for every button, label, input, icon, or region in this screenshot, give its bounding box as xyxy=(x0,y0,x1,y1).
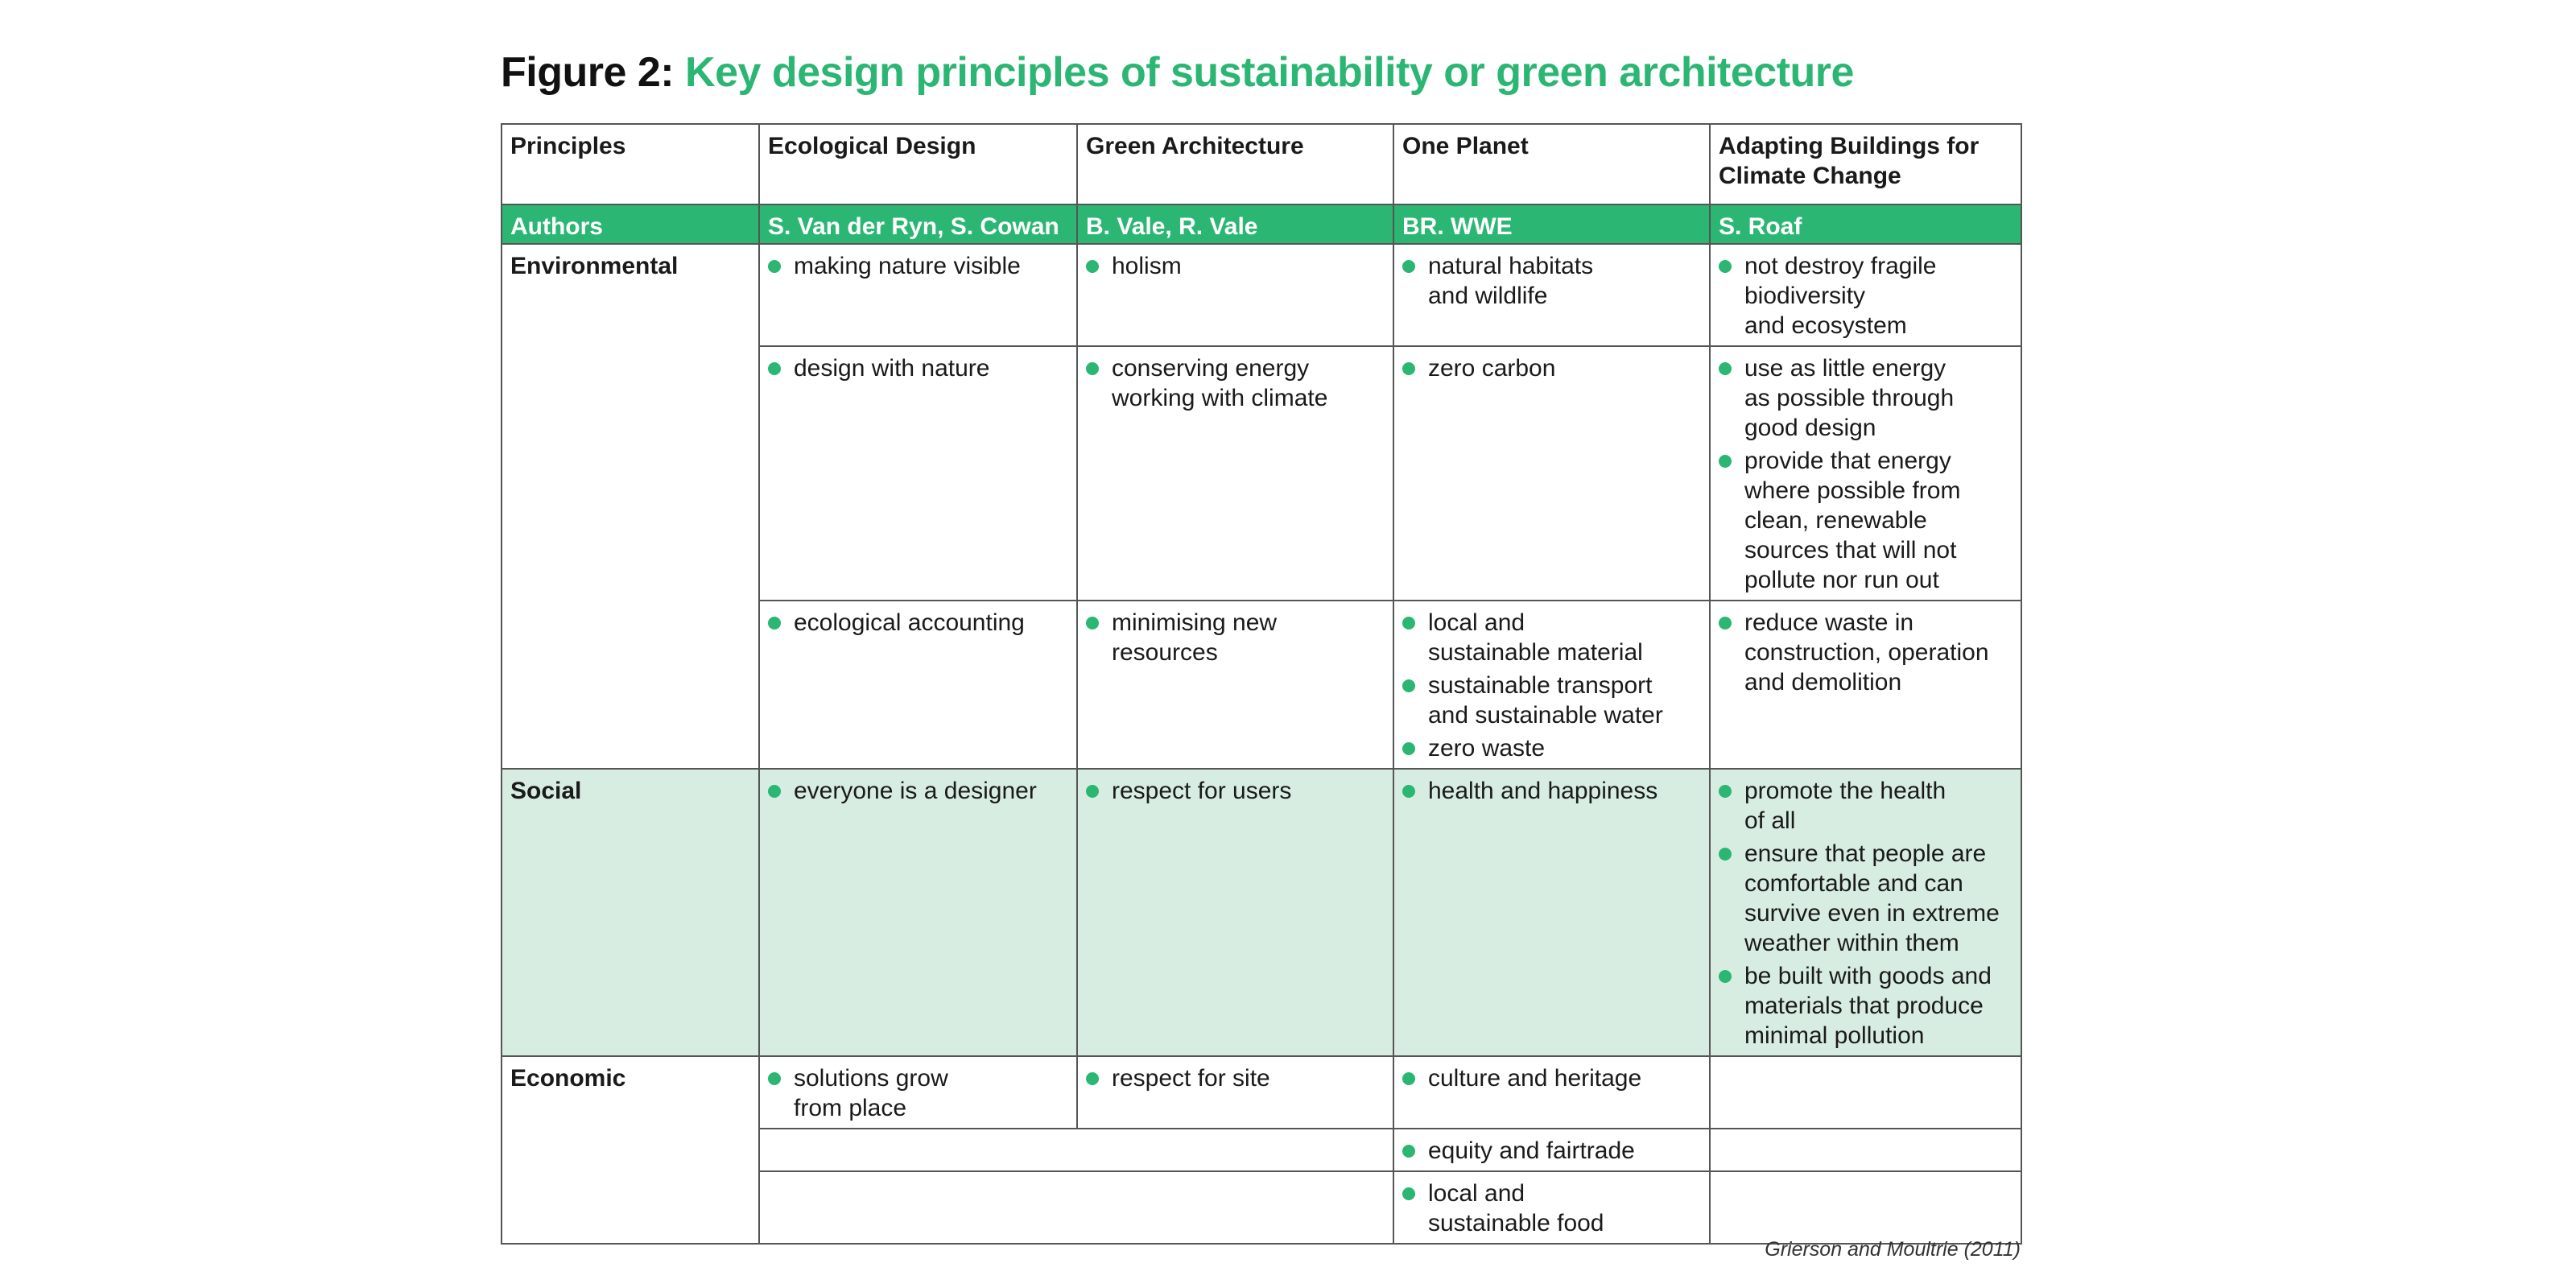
bullet-item: design with nature xyxy=(768,353,1068,383)
bullet-item: holism xyxy=(1086,251,1385,281)
figure-title: Figure 2: Key design principles of susta… xyxy=(501,48,1854,97)
bullet-item: ensure that people are comfortable and ca… xyxy=(1719,839,2013,958)
bullet-cell: reduce waste in construction, operation an… xyxy=(1709,600,2022,770)
bullet-item: local and sustainable food xyxy=(1402,1179,1701,1238)
authors-adapting-buildings: S. Roaf xyxy=(1709,204,2022,245)
bullet-item: conserving energy working with climate xyxy=(1086,353,1385,413)
bullet-item: zero waste xyxy=(1402,733,1701,763)
bullet-list: respect for users xyxy=(1086,776,1385,806)
bullet-cell: zero carbon xyxy=(1393,345,1711,601)
bullet-item: use as little energy as possible through g… xyxy=(1719,353,2013,443)
bullet-list: solutions grow from place xyxy=(768,1063,1068,1123)
header-green-architecture: Green Architecture xyxy=(1076,123,1394,205)
source-citation: Grierson and Moultrie (2011) xyxy=(1765,1238,2021,1261)
bullet-list: local and sustainable food xyxy=(1402,1179,1701,1238)
authors-label: Authors xyxy=(501,204,760,245)
bullet-item: promote the health of all xyxy=(1719,776,2013,836)
bullet-item: be built with goods and materials that pr… xyxy=(1719,961,2013,1051)
environmental-label: Environmental xyxy=(501,243,760,770)
bullet-item: reduce waste in construction, operation an… xyxy=(1719,608,2013,697)
bullet-cell: holism xyxy=(1076,243,1394,347)
bullet-item: making nature visible xyxy=(768,251,1068,281)
bullet-list: respect for site xyxy=(1086,1063,1385,1093)
social-row: Social everyone is a designer respect fo… xyxy=(501,768,2022,1057)
header-ecological-design: Ecological Design xyxy=(758,123,1078,205)
bullet-item: culture and heritage xyxy=(1402,1063,1701,1093)
environmental-row-1: Environmental making nature visible holi… xyxy=(501,243,2022,770)
bullet-list: health and happiness xyxy=(1402,776,1701,806)
authors-ecological-design: S. Van der Ryn, S. Cowan xyxy=(758,204,1078,245)
authors-one-planet: BR. WWE xyxy=(1393,204,1711,245)
bullet-cell: making nature visible xyxy=(758,243,1078,347)
economic-label: Economic xyxy=(501,1055,760,1245)
bullet-cell: local and sustainable food xyxy=(1393,1170,1711,1245)
header-principles: Principles xyxy=(501,123,760,205)
bullet-item: respect for users xyxy=(1086,776,1385,806)
bullet-list: reduce waste in construction, operation an… xyxy=(1719,608,2013,697)
bullet-cell: equity and fairtrade xyxy=(1393,1128,1711,1172)
bullet-cell: not destroy fragile biodiversity and ecosy… xyxy=(1709,243,2022,347)
header-adapting-buildings: Adapting Buildings for Climate Change xyxy=(1709,123,2022,205)
bullet-list: everyone is a designer xyxy=(768,776,1068,806)
bullet-cell xyxy=(1709,1128,2022,1172)
bullet-cell: everyone is a designer xyxy=(758,768,1078,1057)
bullet-list: culture and heritage xyxy=(1402,1063,1701,1093)
bullet-cell: respect for users xyxy=(1076,768,1394,1057)
bullet-cell: culture and heritage xyxy=(1393,1055,1711,1129)
bullet-cell: promote the health of all ensure that peop… xyxy=(1709,768,2022,1057)
bullet-item: ecological accounting xyxy=(768,608,1068,638)
header-row: Principles Ecological Design Green Archi… xyxy=(501,123,2022,205)
bullet-cell: health and happiness xyxy=(1393,768,1711,1057)
bullet-list: natural habitats and wildlife xyxy=(1402,251,1701,311)
bullet-cell: natural habitats and wildlife xyxy=(1393,243,1711,347)
bullet-item: solutions grow from place xyxy=(768,1063,1068,1123)
bullet-cell: respect for site xyxy=(1076,1055,1394,1129)
bullet-item: equity and fairtrade xyxy=(1402,1136,1701,1166)
social-label: Social xyxy=(501,768,760,1057)
bullet-list: minimising new resources xyxy=(1086,608,1385,667)
bullet-item: minimising new resources xyxy=(1086,608,1385,667)
bullet-cell: use as little energy as possible through g… xyxy=(1709,345,2022,601)
bullet-cell: conserving energy working with climate xyxy=(1076,345,1394,601)
bullet-list: making nature visible xyxy=(768,251,1068,281)
bullet-list: equity and fairtrade xyxy=(1402,1136,1701,1166)
bullet-cell xyxy=(1709,1055,2022,1129)
bullet-item: not destroy fragile biodiversity and ecosy… xyxy=(1719,251,2013,341)
bullet-item: sustainable transport and sustainable wat… xyxy=(1402,671,1701,730)
bullet-item: provide that energy where possible from cl… xyxy=(1719,446,2013,595)
principles-table: Principles Ecological Design Green Archi… xyxy=(501,123,2022,1245)
authors-row: Authors S. Van der Ryn, S. Cowan B. Vale… xyxy=(501,204,2022,245)
bullet-cell: ecological accounting xyxy=(758,600,1078,770)
bullet-item: natural habitats and wildlife xyxy=(1402,251,1701,311)
bullet-list: design with nature xyxy=(768,353,1068,383)
bullet-cell: local and sustainable material sustainable… xyxy=(1393,600,1711,770)
bullet-item: health and happiness xyxy=(1402,776,1701,806)
bullet-list: holism xyxy=(1086,251,1385,281)
bullet-list: promote the health of all ensure that peop… xyxy=(1719,776,2013,1051)
bullet-item: zero carbon xyxy=(1402,353,1701,383)
figure-title-text: Key design principles of sustainability … xyxy=(685,49,1854,96)
bullet-list: zero carbon xyxy=(1402,353,1701,383)
empty-cell xyxy=(758,1128,1394,1172)
bullet-cell: design with nature xyxy=(758,345,1078,601)
bullet-cell: solutions grow from place xyxy=(758,1055,1078,1129)
bullet-item: respect for site xyxy=(1086,1063,1385,1093)
bullet-cell: minimising new resources xyxy=(1076,600,1394,770)
bullet-cell xyxy=(1709,1170,2022,1245)
empty-cell xyxy=(758,1170,1394,1245)
figure-label: Figure 2: xyxy=(501,49,675,96)
bullet-item: local and sustainable material xyxy=(1402,608,1701,667)
authors-green-architecture: B. Vale, R. Vale xyxy=(1076,204,1394,245)
bullet-list: use as little energy as possible through g… xyxy=(1719,353,2013,595)
economic-row-1: Economic solutions grow from place respec… xyxy=(501,1055,2022,1245)
header-one-planet: One Planet xyxy=(1393,123,1711,205)
bullet-list: conserving energy working with climate xyxy=(1086,353,1385,413)
bullet-list: ecological accounting xyxy=(768,608,1068,638)
bullet-list: local and sustainable material sustainable… xyxy=(1402,608,1701,763)
bullet-item: everyone is a designer xyxy=(768,776,1068,806)
bullet-list: not destroy fragile biodiversity and ecosy… xyxy=(1719,251,2013,341)
